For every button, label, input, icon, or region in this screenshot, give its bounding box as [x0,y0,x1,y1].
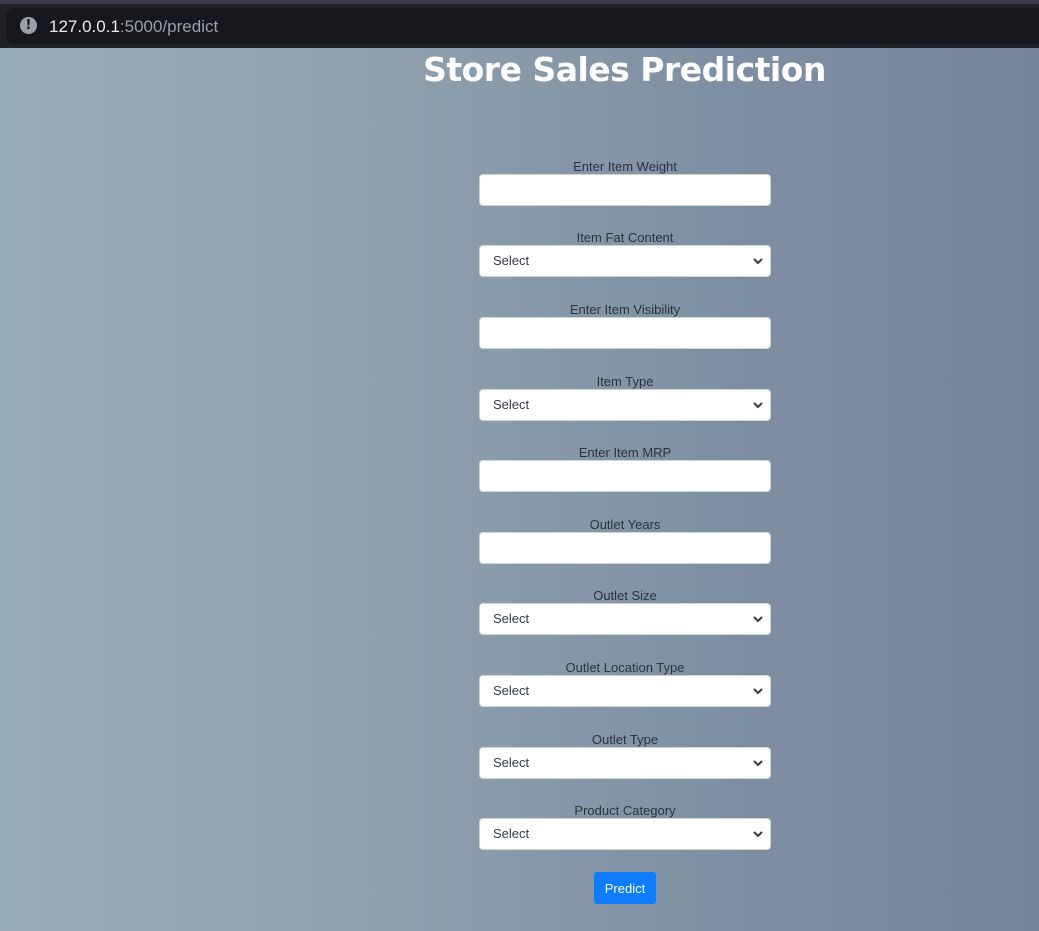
outlet-size-value: Select [493,611,530,626]
outlet-size-field: Outlet Size Select [479,587,771,635]
outlet-type-field: Outlet Type Select [479,731,771,779]
outlet-years-field: Outlet Years [479,516,771,564]
chevron-down-icon [753,402,763,409]
product-category-select[interactable]: Select [479,818,771,850]
outlet-type-value: Select [493,755,530,770]
item-mrp-field: Enter Item MRP [479,444,771,492]
chevron-down-icon [753,760,763,767]
item-fat-content-field: Item Fat Content Select [479,229,771,277]
outlet-type-select[interactable]: Select [479,747,771,779]
page-title: Store Sales Prediction [423,50,826,89]
chevron-down-icon [753,831,763,838]
page-viewport: Store Sales Prediction Enter Item Weight… [0,48,1039,931]
item-type-value: Select [493,397,530,412]
outlet-location-type-field: Outlet Location Type Select [479,659,771,707]
item-weight-input[interactable] [479,174,771,206]
url-host: 127.0.0.1 [49,17,120,36]
chevron-down-icon [753,688,763,695]
product-category-field: Product Category Select [479,802,771,850]
item-type-field: Item Type Select [479,373,771,421]
chevron-down-icon [753,616,763,623]
outlet-location-type-select[interactable]: Select [479,675,771,707]
item-visibility-input[interactable] [479,317,771,349]
info-icon[interactable]: ! [20,17,37,34]
url-text[interactable]: 127.0.0.1:5000/predict [49,17,218,37]
outlet-size-select[interactable]: Select [479,603,771,635]
item-fat-content-select[interactable]: Select [479,245,771,277]
url-field[interactable]: ! 127.0.0.1:5000/predict [6,8,1039,44]
chevron-down-icon [753,258,763,265]
item-fat-content-value: Select [493,253,530,268]
item-weight-field: Enter Item Weight [479,158,771,206]
outlet-location-type-value: Select [493,683,530,698]
product-category-value: Select [493,826,530,841]
outlet-years-input[interactable] [479,532,771,564]
item-mrp-input[interactable] [479,460,771,492]
item-type-select[interactable]: Select [479,389,771,421]
predict-button[interactable]: Predict [594,872,656,904]
item-visibility-field: Enter Item Visibility [479,301,771,349]
url-path: :5000/predict [119,17,219,36]
browser-address-bar: ! 127.0.0.1:5000/predict [0,4,1039,48]
